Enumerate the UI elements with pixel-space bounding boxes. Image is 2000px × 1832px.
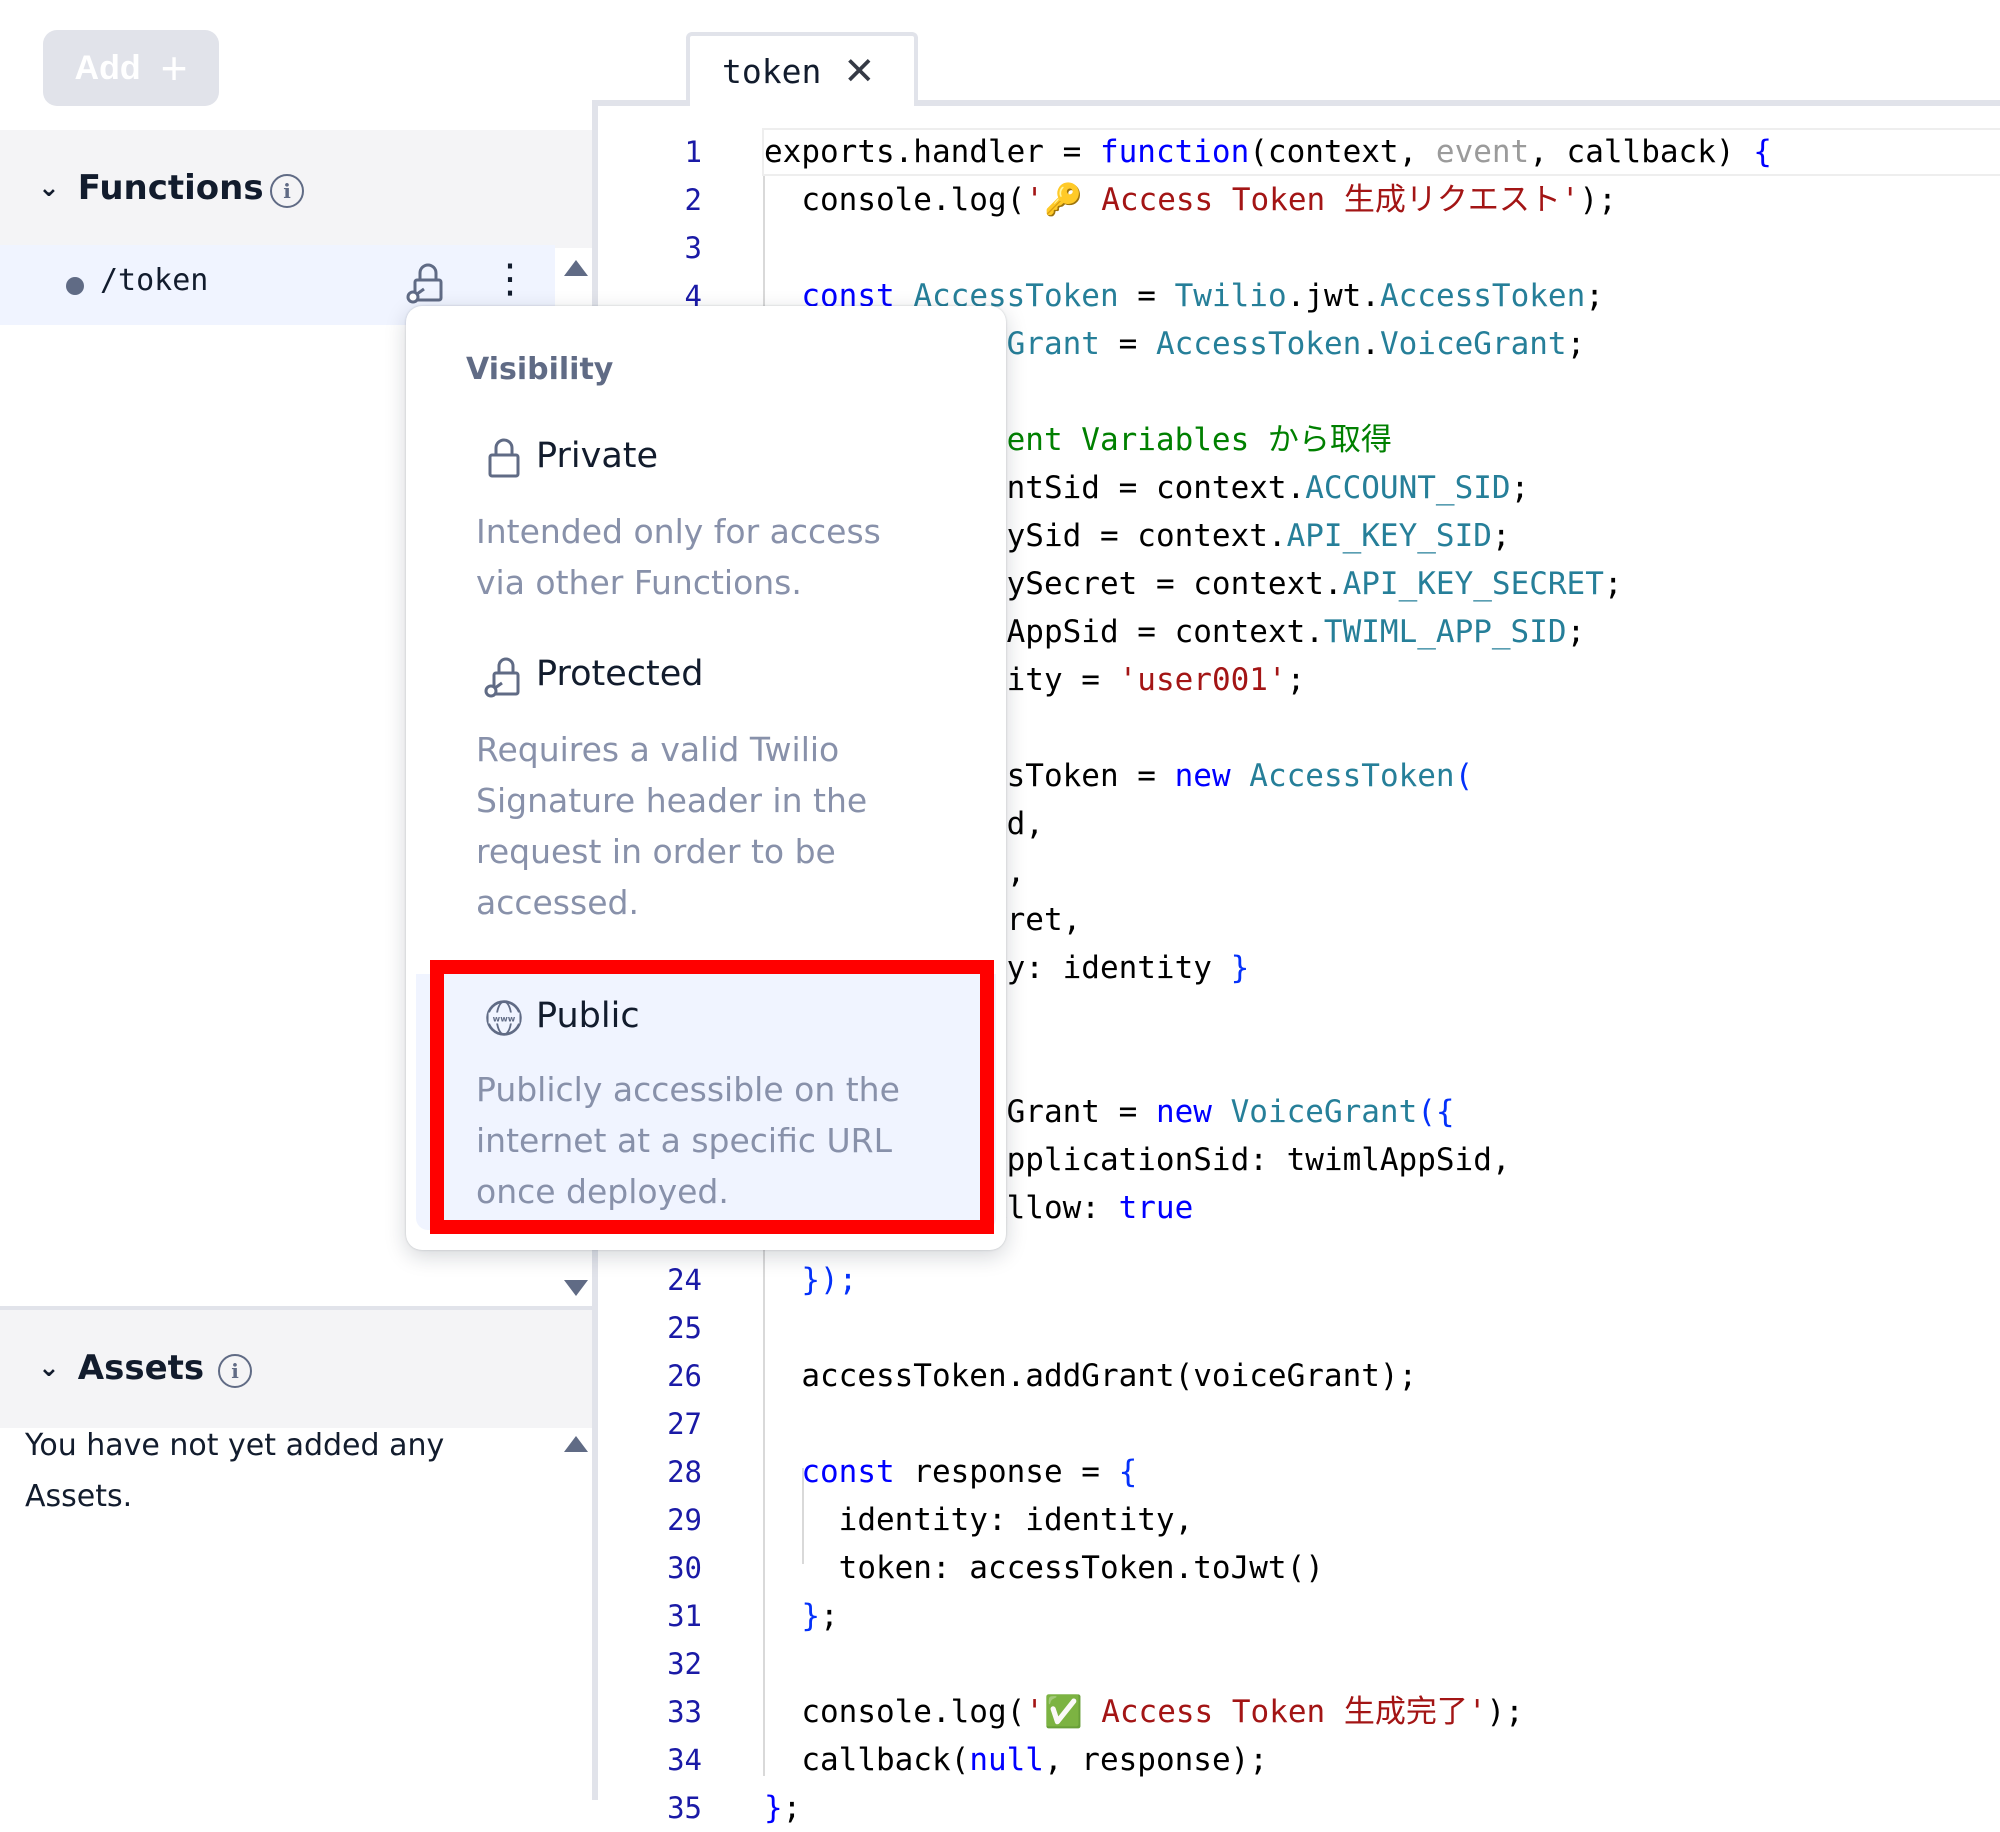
line-number: 27 xyxy=(667,1407,702,1441)
assets-section-header: ⌄ Assets i xyxy=(0,1310,592,1428)
function-route: /token xyxy=(100,263,209,298)
code-line: identity: identity, xyxy=(764,1502,1194,1538)
close-icon[interactable]: ✕ xyxy=(843,49,875,93)
line-number: 29 xyxy=(667,1503,702,1537)
private-description: Intended only for access via other Funct… xyxy=(476,512,881,602)
tab-token[interactable]: token ✕ xyxy=(686,32,918,106)
protected-description: Requires a valid Twilio Signature header… xyxy=(476,730,868,922)
status-dot xyxy=(66,277,84,295)
protected-lock-icon xyxy=(484,657,520,698)
line-number: 24 xyxy=(667,1263,702,1297)
line-number: 32 xyxy=(667,1647,702,1681)
functions-section-header: ⌄ Functions i xyxy=(0,130,592,248)
line-number: 26 xyxy=(667,1359,702,1393)
functions-label: Functions xyxy=(77,168,264,208)
line-number: 35 xyxy=(667,1791,702,1825)
functions-toggle[interactable]: ⌄ Functions xyxy=(4,138,286,238)
line-number: 33 xyxy=(667,1695,702,1729)
code-line: const response = { xyxy=(801,1454,1138,1490)
protected-option[interactable]: Protected Requires a valid Twilio Signat… xyxy=(406,634,1006,934)
highlight-box xyxy=(430,960,994,1234)
code-line: token: accessToken.toJwt() xyxy=(764,1550,1324,1586)
info-icon[interactable]: i xyxy=(270,174,304,208)
code-line: exports.handler = function(context, even… xyxy=(764,134,1772,170)
lock-icon xyxy=(488,438,520,478)
line-number: 34 xyxy=(667,1743,702,1777)
visibility-title: Visibility xyxy=(466,352,614,387)
chevron-down-icon: ⌄ xyxy=(38,1353,60,1383)
code-line: }; xyxy=(801,1598,839,1634)
scroll-down-icon[interactable] xyxy=(564,1280,588,1296)
line-number: 30 xyxy=(667,1551,702,1585)
line-number: 2 xyxy=(684,183,702,217)
plus-icon: + xyxy=(160,42,188,94)
chevron-down-icon: ⌄ xyxy=(38,173,60,203)
line-number: 3 xyxy=(684,231,702,265)
line-number: 31 xyxy=(667,1599,702,1633)
add-button[interactable]: Add + xyxy=(43,30,219,106)
info-icon[interactable]: i xyxy=(218,1354,252,1388)
code-line: callback(null, response); xyxy=(764,1742,1268,1778)
assets-toggle[interactable]: ⌄ Assets xyxy=(4,1318,227,1418)
assets-label: Assets xyxy=(77,1348,205,1388)
scroll-up-icon[interactable] xyxy=(564,260,588,276)
protected-lock-icon[interactable] xyxy=(406,261,448,305)
add-label: Add xyxy=(74,48,141,87)
assets-empty-message: You have not yet added any Assets. xyxy=(25,1428,445,1514)
tab-label: token xyxy=(722,51,822,91)
scroll-up-icon[interactable] xyxy=(564,1436,588,1452)
line-number: 25 xyxy=(667,1311,702,1345)
code-line: console.log('✅ Access Token 生成完了'); xyxy=(764,1694,1524,1730)
code-line: }; xyxy=(764,1790,802,1826)
line-number: 1 xyxy=(684,135,702,169)
more-options-icon[interactable]: ⋮ xyxy=(490,259,530,299)
line-number: 28 xyxy=(667,1455,702,1489)
private-option[interactable]: Private Intended only for access via oth… xyxy=(406,416,1006,616)
code-line: }); xyxy=(801,1262,858,1298)
private-label: Private xyxy=(536,436,659,476)
code-line: accessToken.addGrant(voiceGrant); xyxy=(764,1358,1418,1394)
code-line: console.log('🔑 Access Token 生成リクエスト'); xyxy=(764,182,1617,218)
protected-label: Protected xyxy=(536,654,704,694)
